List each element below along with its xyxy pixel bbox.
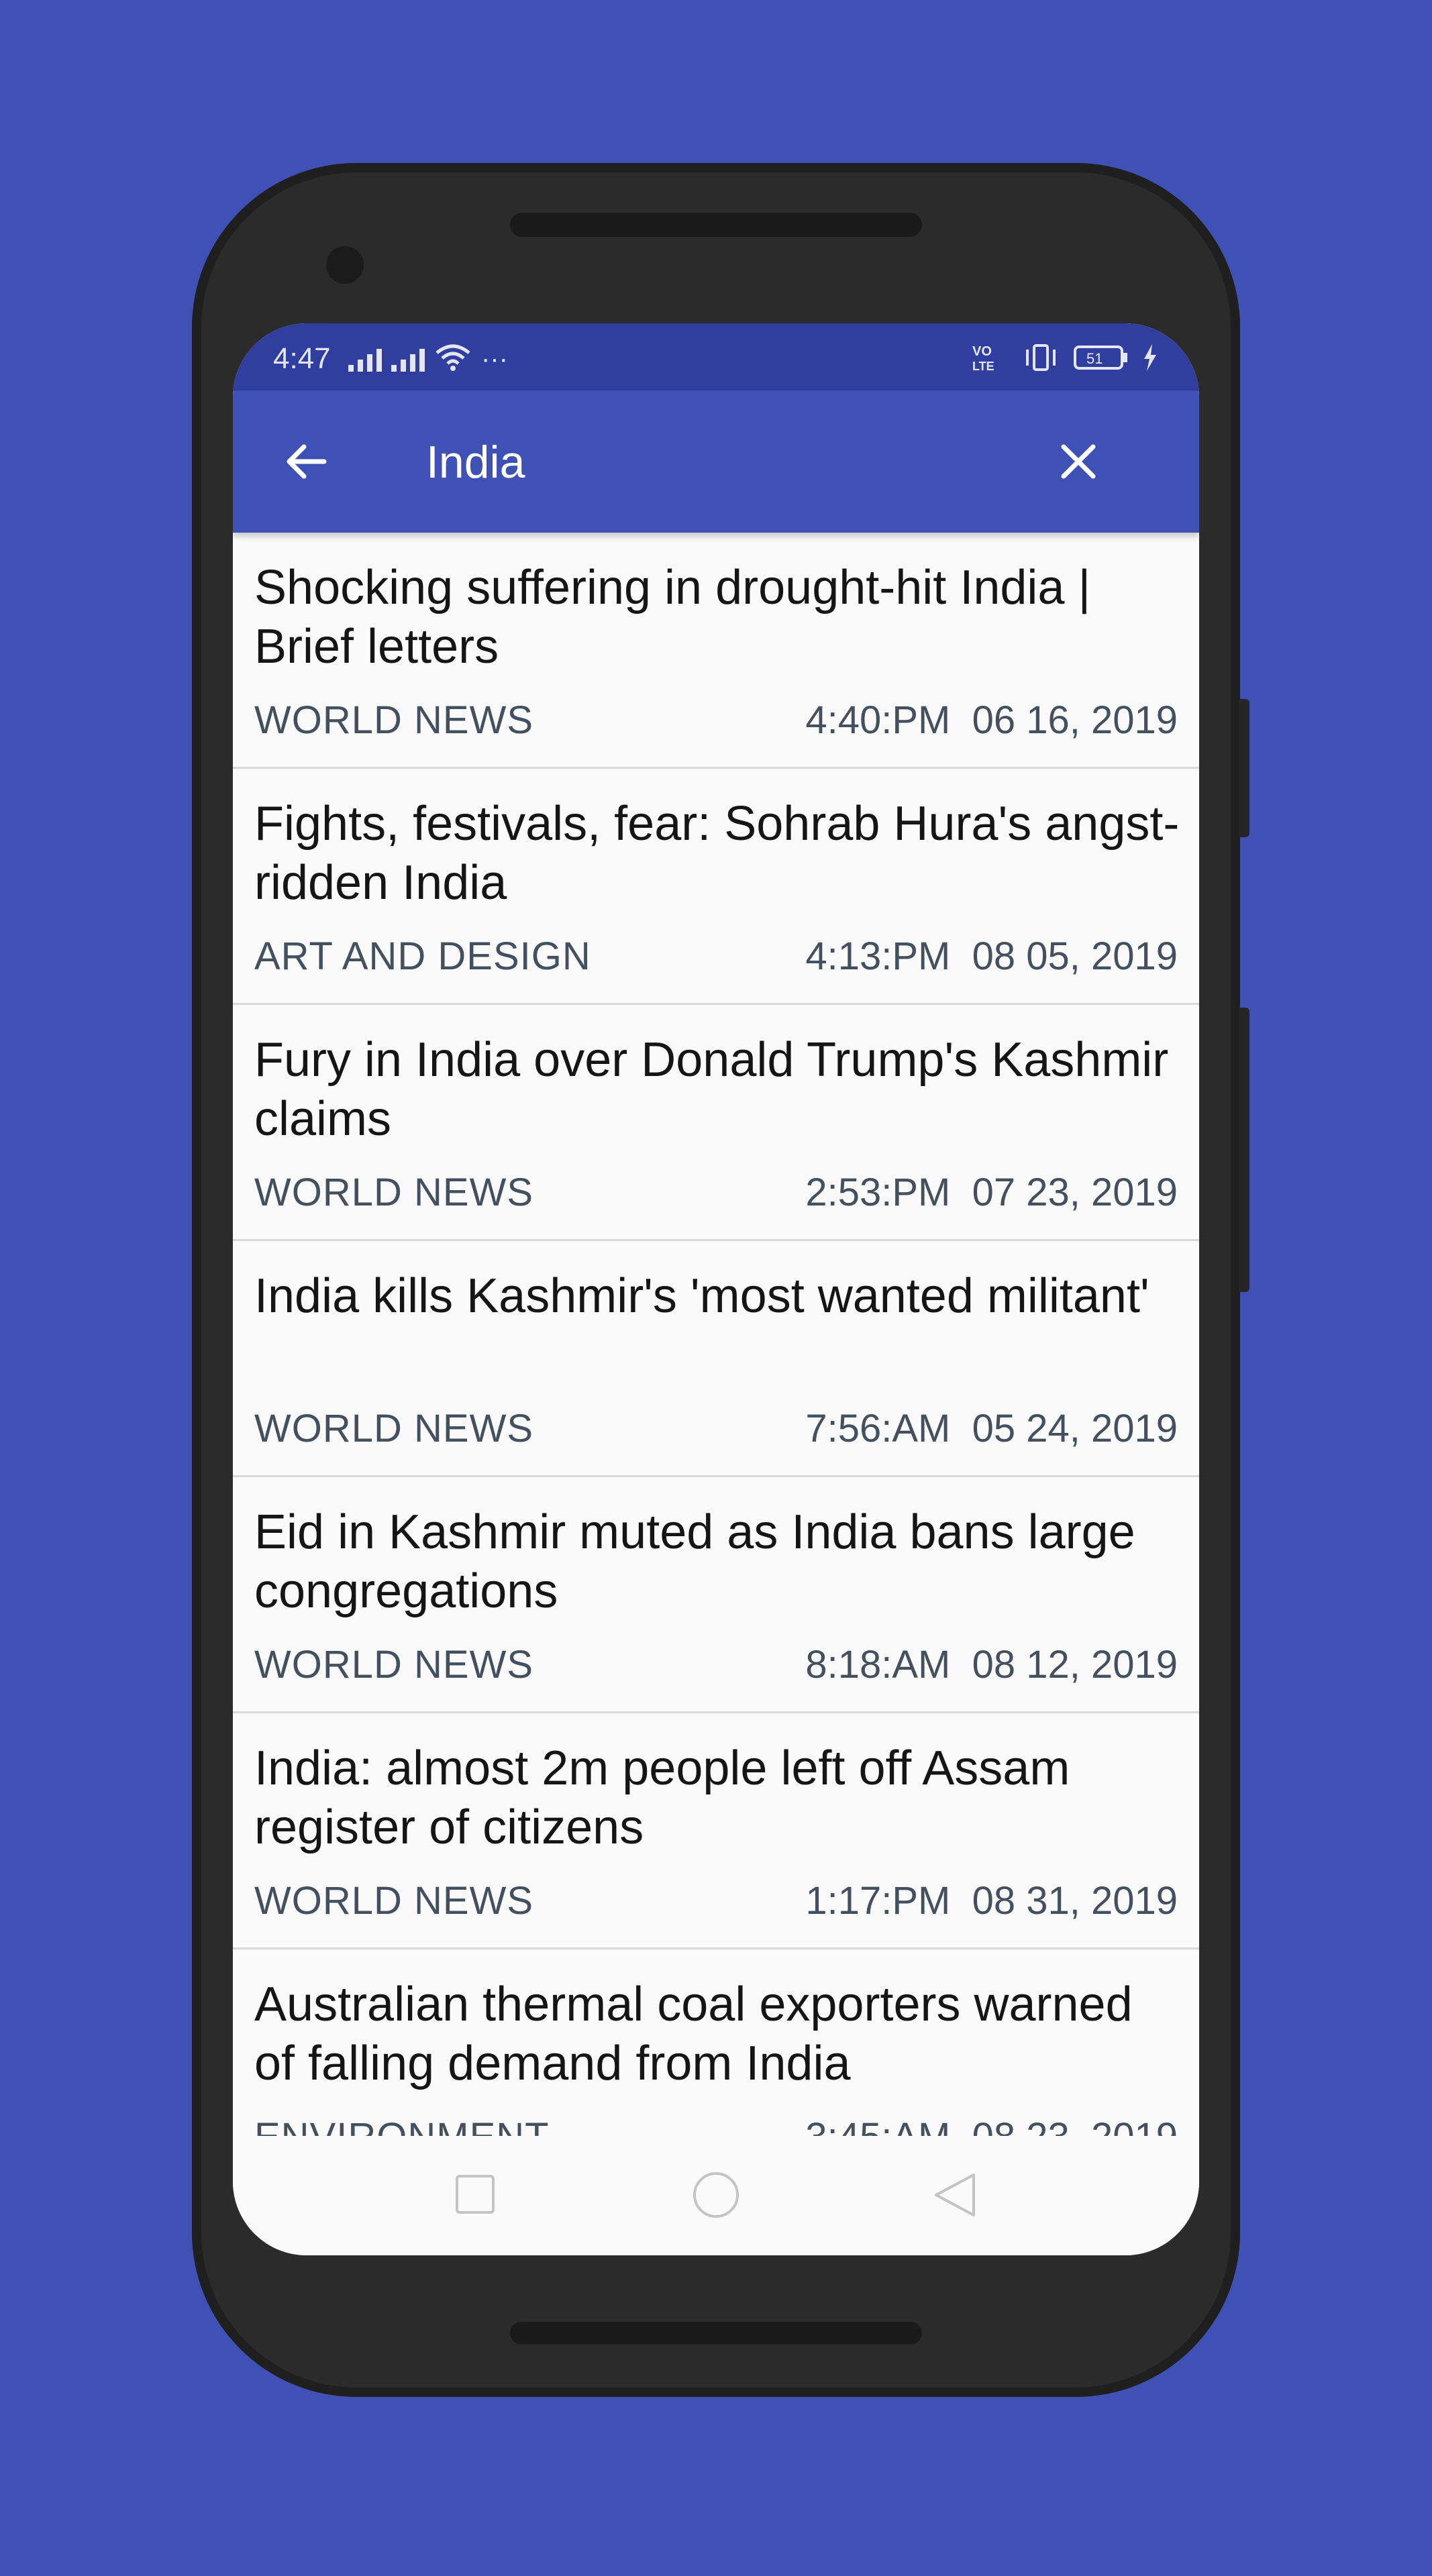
- article-section: WORLD NEWS: [254, 1407, 533, 1450]
- article-title: Fights, festivals, fear: Sohrab Hura's a…: [254, 797, 1180, 910]
- wifi-icon: [436, 344, 470, 371]
- search-input[interactable]: India: [426, 436, 525, 488]
- article-title: Shocking suffering in drought-hit India …: [254, 561, 1091, 674]
- article-title: India: almost 2m people left off Assam r…: [254, 1741, 1070, 1854]
- list-item[interactable]: Fury in India over Donald Trump's Kashmi…: [233, 1005, 1199, 1241]
- list-item[interactable]: Australian thermal coal exporters warned…: [233, 1949, 1199, 2136]
- search-app-bar: India: [233, 390, 1199, 533]
- article-section: ENVIRONMENT: [254, 2114, 550, 2136]
- article-title: Eid in Kashmir muted as India bans large…: [254, 1505, 1135, 1618]
- article-section: WORLD NEWS: [254, 698, 533, 742]
- list-item[interactable]: Eid in Kashmir muted as India bans large…: [233, 1477, 1199, 1713]
- article-date: 2:53:PM 07 23, 2019: [805, 1171, 1178, 1214]
- status-time: 4:47: [273, 342, 331, 375]
- svg-text:VO: VO: [972, 344, 992, 359]
- article-section: WORLD NEWS: [254, 1643, 533, 1686]
- list-item[interactable]: Fights, festivals, fear: Sohrab Hura's a…: [233, 769, 1199, 1005]
- charging-icon: [1144, 344, 1156, 371]
- back-nav-icon[interactable]: [931, 2171, 980, 2220]
- article-list: Shocking suffering in drought-hit India …: [233, 533, 1199, 2136]
- article-title: India kills Kashmir's 'most wanted milit…: [254, 1269, 1149, 1323]
- article-section: WORLD NEWS: [254, 1171, 533, 1214]
- article-date: 1:17:PM 08 31, 2019: [805, 1879, 1178, 1923]
- article-date: 4:40:PM 06 16, 2019: [805, 698, 1178, 742]
- list-item[interactable]: India: almost 2m people left off Assam r…: [233, 1713, 1199, 1949]
- battery-icon: 51: [1074, 345, 1127, 370]
- screen: 4:47 ··· VO LTE 51 India Shocking suffer…: [233, 323, 1199, 2255]
- article-section: ART AND DESIGN: [254, 934, 591, 978]
- home-icon[interactable]: [689, 2171, 743, 2224]
- more-notifications-icon: ···: [481, 344, 508, 374]
- back-arrow-icon[interactable]: [280, 435, 334, 488]
- power-button: [1239, 699, 1249, 837]
- article-section: WORLD NEWS: [254, 1879, 533, 1923]
- article-title: Fury in India over Donald Trump's Kashmi…: [254, 1033, 1169, 1146]
- list-item[interactable]: Shocking suffering in drought-hit India …: [233, 533, 1199, 769]
- bottom-speaker: [510, 2322, 922, 2345]
- svg-text:LTE: LTE: [972, 360, 994, 373]
- battery-level: 51: [1086, 350, 1103, 367]
- volume-button: [1239, 1008, 1249, 1292]
- article-date: 4:13:PM 08 05, 2019: [805, 934, 1178, 978]
- article-date: 7:56:AM 05 24, 2019: [805, 1407, 1178, 1450]
- list-item[interactable]: India kills Kashmir's 'most wanted milit…: [233, 1241, 1199, 1477]
- article-date: 3:45:AM 08 23, 2019: [805, 2114, 1178, 2136]
- article-date: 8:18:AM 08 12, 2019: [805, 1643, 1178, 1686]
- front-camera: [326, 246, 364, 284]
- volte-icon: VO LTE: [972, 344, 994, 373]
- navigation-bar: [233, 2136, 1199, 2255]
- vibrate-icon: [1026, 344, 1056, 371]
- close-icon[interactable]: [1052, 435, 1105, 488]
- article-title: Australian thermal coal exporters warned…: [254, 1978, 1133, 2090]
- status-bar: 4:47 ··· VO LTE 51: [233, 323, 1199, 390]
- signal-icon-2: [391, 346, 425, 372]
- recents-icon[interactable]: [452, 2171, 499, 2218]
- signal-icon: [348, 346, 382, 372]
- top-speaker: [510, 213, 922, 237]
